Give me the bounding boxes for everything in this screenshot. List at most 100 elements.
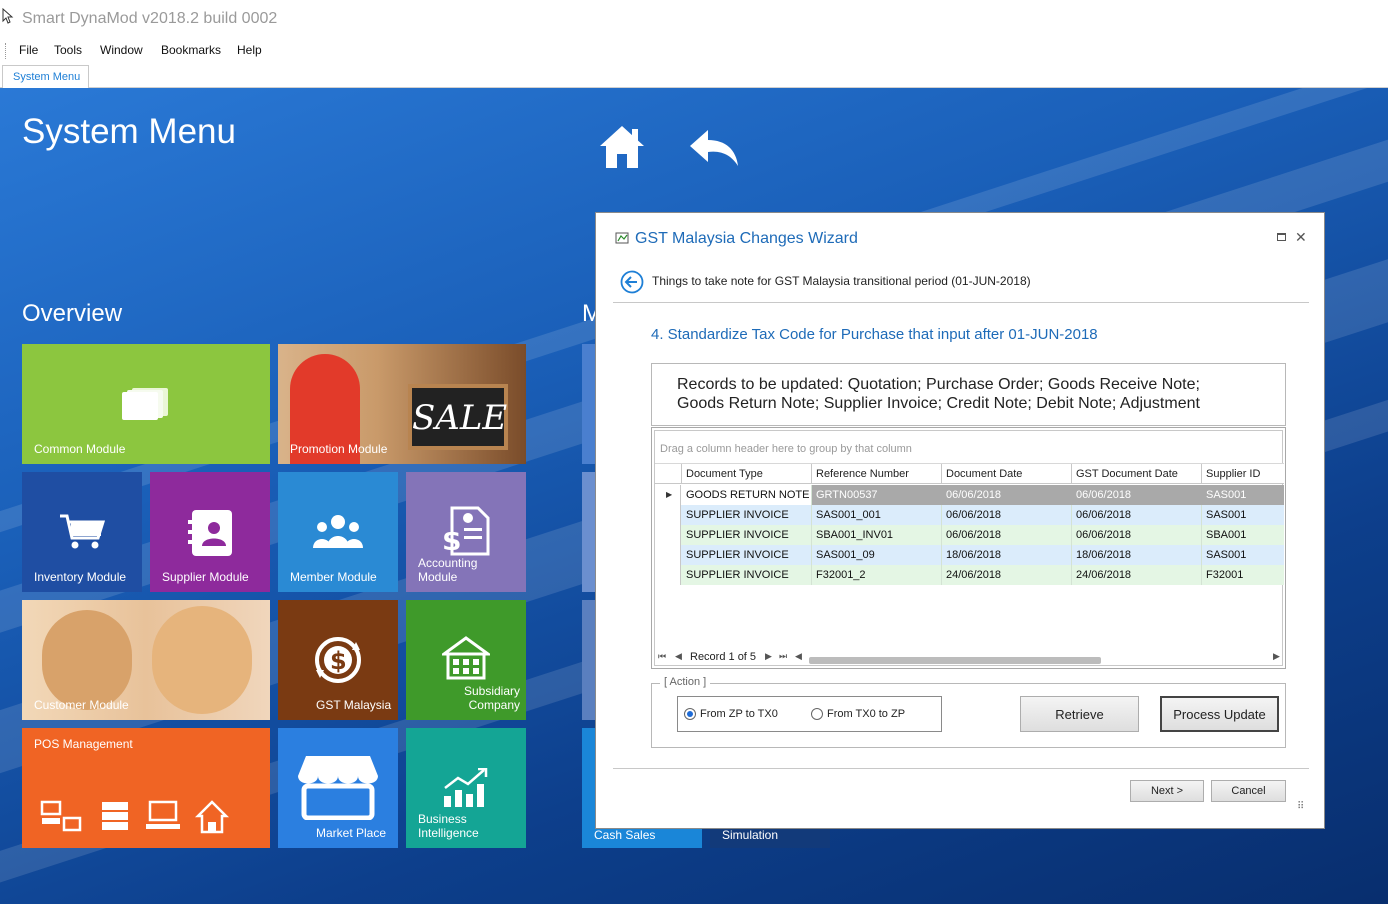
storefront-icon <box>298 756 378 820</box>
radio-tx0-to-zp[interactable]: From TX0 to ZP <box>811 708 905 721</box>
table-cell[interactable]: 06/06/2018 <box>942 485 1072 505</box>
tile-subsidiary-company[interactable]: Subsidiary Company <box>406 600 526 720</box>
row-indicator-header <box>655 464 682 484</box>
tile-accounting-module[interactable]: $ Accounting Module <box>406 472 526 592</box>
table-cell[interactable]: 24/06/2018 <box>1072 565 1202 585</box>
tile-market-place[interactable]: Market Place <box>278 728 398 848</box>
tile-partial[interactable] <box>582 472 596 592</box>
tile-inventory-module[interactable]: Inventory Module <box>22 472 142 592</box>
scroll-right-icon[interactable]: ▶ <box>1273 651 1280 662</box>
page-title: System Menu <box>22 112 236 151</box>
maximize-icon[interactable] <box>1277 233 1286 241</box>
table-cell[interactable]: 06/06/2018 <box>942 505 1072 525</box>
back-arrow-icon[interactable] <box>688 128 740 168</box>
table-cell[interactable]: SAS001 <box>1202 545 1284 565</box>
table-cell[interactable]: SUPPLIER INVOICE <box>682 565 812 585</box>
app-icon <box>2 8 14 24</box>
menu-window[interactable]: Window <box>100 43 143 57</box>
contact-book-icon <box>188 510 232 556</box>
table-cell[interactable]: SBA001 <box>1202 525 1284 545</box>
building-icon <box>442 636 490 680</box>
table-row[interactable]: ▶ GOODS RETURN NOTE GRTN00537 06/06/2018… <box>655 485 1284 505</box>
horizontal-scrollbar-thumb[interactable] <box>809 657 1101 664</box>
records-line: Goods Return Note; Supplier Invoice; Cre… <box>677 395 1200 412</box>
column-header-document-date[interactable]: Document Date <box>942 464 1072 484</box>
table-cell[interactable]: 06/06/2018 <box>1072 485 1202 505</box>
last-record-icon[interactable]: ⏭ <box>779 651 787 662</box>
table-cell[interactable]: SAS001 <box>1202 485 1284 505</box>
tile-pos-management[interactable]: POS Management <box>22 728 270 848</box>
table-cell[interactable]: SAS001_001 <box>812 505 942 525</box>
table-cell[interactable]: 24/06/2018 <box>942 565 1072 585</box>
table-cell[interactable]: F32001_2 <box>812 565 942 585</box>
table-cell[interactable]: F32001 <box>1202 565 1284 585</box>
table-cell[interactable]: SAS001_09 <box>812 545 942 565</box>
currency-exchange-icon: $ <box>315 637 361 683</box>
table-cell[interactable]: GOODS RETURN NOTE <box>682 485 812 505</box>
sale-sign: SALE <box>408 384 508 450</box>
tile-label: Member Module <box>290 570 377 584</box>
table-cell[interactable]: 06/06/2018 <box>1072 505 1202 525</box>
tile-label: Common Module <box>34 442 126 456</box>
next-record-icon[interactable]: ▶ <box>765 651 772 662</box>
tab-system-menu[interactable]: System Menu <box>2 65 89 89</box>
table-cell[interactable]: 06/06/2018 <box>1072 525 1202 545</box>
table-cell[interactable]: SUPPLIER INVOICE <box>682 545 812 565</box>
menu-file[interactable]: File <box>19 43 38 57</box>
table-cell[interactable]: 06/06/2018 <box>942 525 1072 545</box>
cancel-button[interactable]: Cancel <box>1211 780 1286 802</box>
tile-partial[interactable] <box>582 344 596 464</box>
process-update-button[interactable]: Process Update <box>1160 696 1279 732</box>
row-indicator <box>655 505 681 525</box>
radio-label: From ZP to TX0 <box>700 708 778 720</box>
close-icon[interactable]: ✕ <box>1295 229 1307 246</box>
next-button[interactable]: Next > <box>1130 780 1204 802</box>
row-indicator <box>655 545 681 565</box>
records-grid: Drag a column header here to group by th… <box>651 427 1286 669</box>
menu-bookmarks[interactable]: Bookmarks <box>161 43 221 57</box>
column-header-supplier-id[interactable]: Supplier ID <box>1202 464 1284 484</box>
table-row[interactable]: SUPPLIER INVOICE SAS001_001 06/06/2018 0… <box>655 505 1284 525</box>
radio-unselected-icon[interactable] <box>811 708 823 721</box>
table-cell[interactable]: SUPPLIER INVOICE <box>682 505 812 525</box>
first-record-icon[interactable]: ⏮ <box>658 651 666 662</box>
tile-business-intelligence[interactable]: Business Intelligence <box>406 728 526 848</box>
tile-partial[interactable] <box>582 600 596 720</box>
scroll-left-icon[interactable]: ◀ <box>795 651 802 662</box>
retrieve-button[interactable]: Retrieve <box>1020 696 1139 732</box>
shopping-cart-icon <box>60 514 106 549</box>
radio-selected-icon[interactable] <box>684 708 696 721</box>
tile-member-module[interactable]: Member Module <box>278 472 398 592</box>
column-header-reference-number[interactable]: Reference Number <box>812 464 942 484</box>
table-cell[interactable]: SAS001 <box>1202 505 1284 525</box>
table-row[interactable]: SUPPLIER INVOICE SBA001_INV01 06/06/2018… <box>655 525 1284 545</box>
tile-customer-module[interactable]: Customer Module <box>22 600 270 720</box>
tile-promotion-module[interactable]: SALE Promotion Module <box>278 344 526 464</box>
menu-tools[interactable]: Tools <box>54 43 82 57</box>
transition-note: Things to take note for GST Malaysia tra… <box>652 274 1031 288</box>
column-header-gst-document-date[interactable]: GST Document Date <box>1072 464 1202 484</box>
table-row[interactable]: SUPPLIER INVOICE F32001_2 24/06/2018 24/… <box>655 565 1284 585</box>
tile-supplier-module[interactable]: Supplier Module <box>150 472 270 592</box>
tile-gst-malaysia[interactable]: $ GST Malaysia <box>278 600 398 720</box>
radio-zp-to-tx0[interactable]: From ZP to TX0 <box>684 708 778 721</box>
tile-common-module[interactable]: Common Module <box>22 344 270 464</box>
tile-label: Promotion Module <box>290 442 388 456</box>
table-cell[interactable]: SUPPLIER INVOICE <box>682 525 812 545</box>
group-by-panel[interactable]: Drag a column header here to group by th… <box>660 443 912 455</box>
table-cell[interactable]: 18/06/2018 <box>942 545 1072 565</box>
column-header-document-type[interactable]: Document Type <box>682 464 812 484</box>
home-icon[interactable] <box>598 124 646 170</box>
back-circle-icon[interactable] <box>620 270 644 294</box>
table-cell[interactable]: 18/06/2018 <box>1072 545 1202 565</box>
tile-label: Business Intelligence <box>418 812 479 840</box>
table-cell[interactable]: GRTN00537 <box>812 485 942 505</box>
prev-record-icon[interactable]: ◀ <box>675 651 682 662</box>
table-cell[interactable]: SBA001_INV01 <box>812 525 942 545</box>
menu-help[interactable]: Help <box>237 43 262 57</box>
svg-text:$: $ <box>330 647 347 675</box>
tile-label: Simulation <box>722 828 779 842</box>
row-indicator <box>655 525 681 545</box>
table-row[interactable]: SUPPLIER INVOICE SAS001_09 18/06/2018 18… <box>655 545 1284 565</box>
resize-grip-icon[interactable]: ⠿ <box>1297 801 1304 812</box>
